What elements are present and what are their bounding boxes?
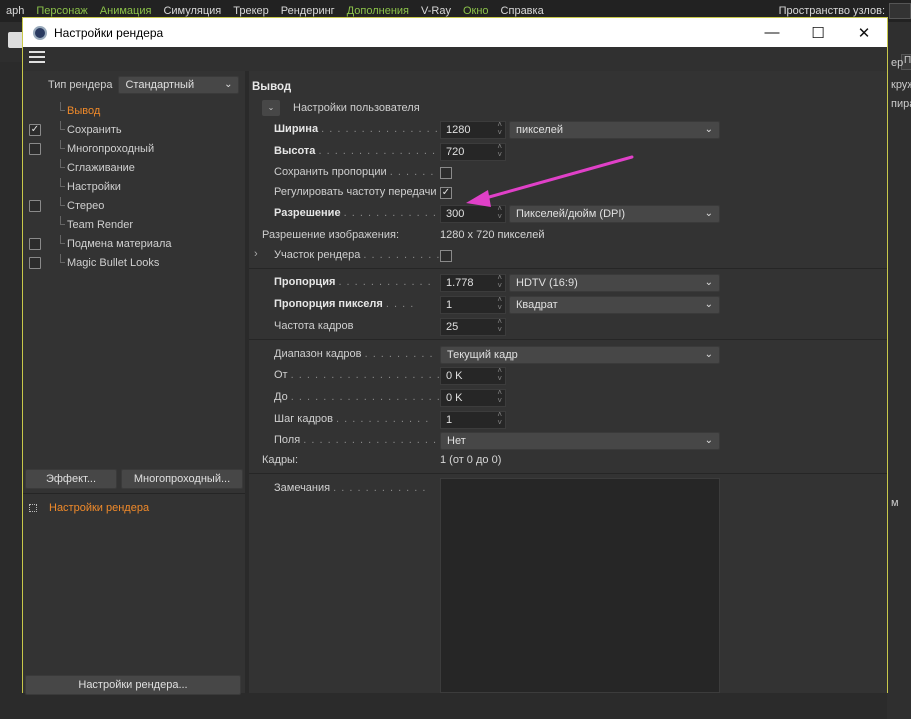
annotation-arrow	[466, 155, 634, 207]
